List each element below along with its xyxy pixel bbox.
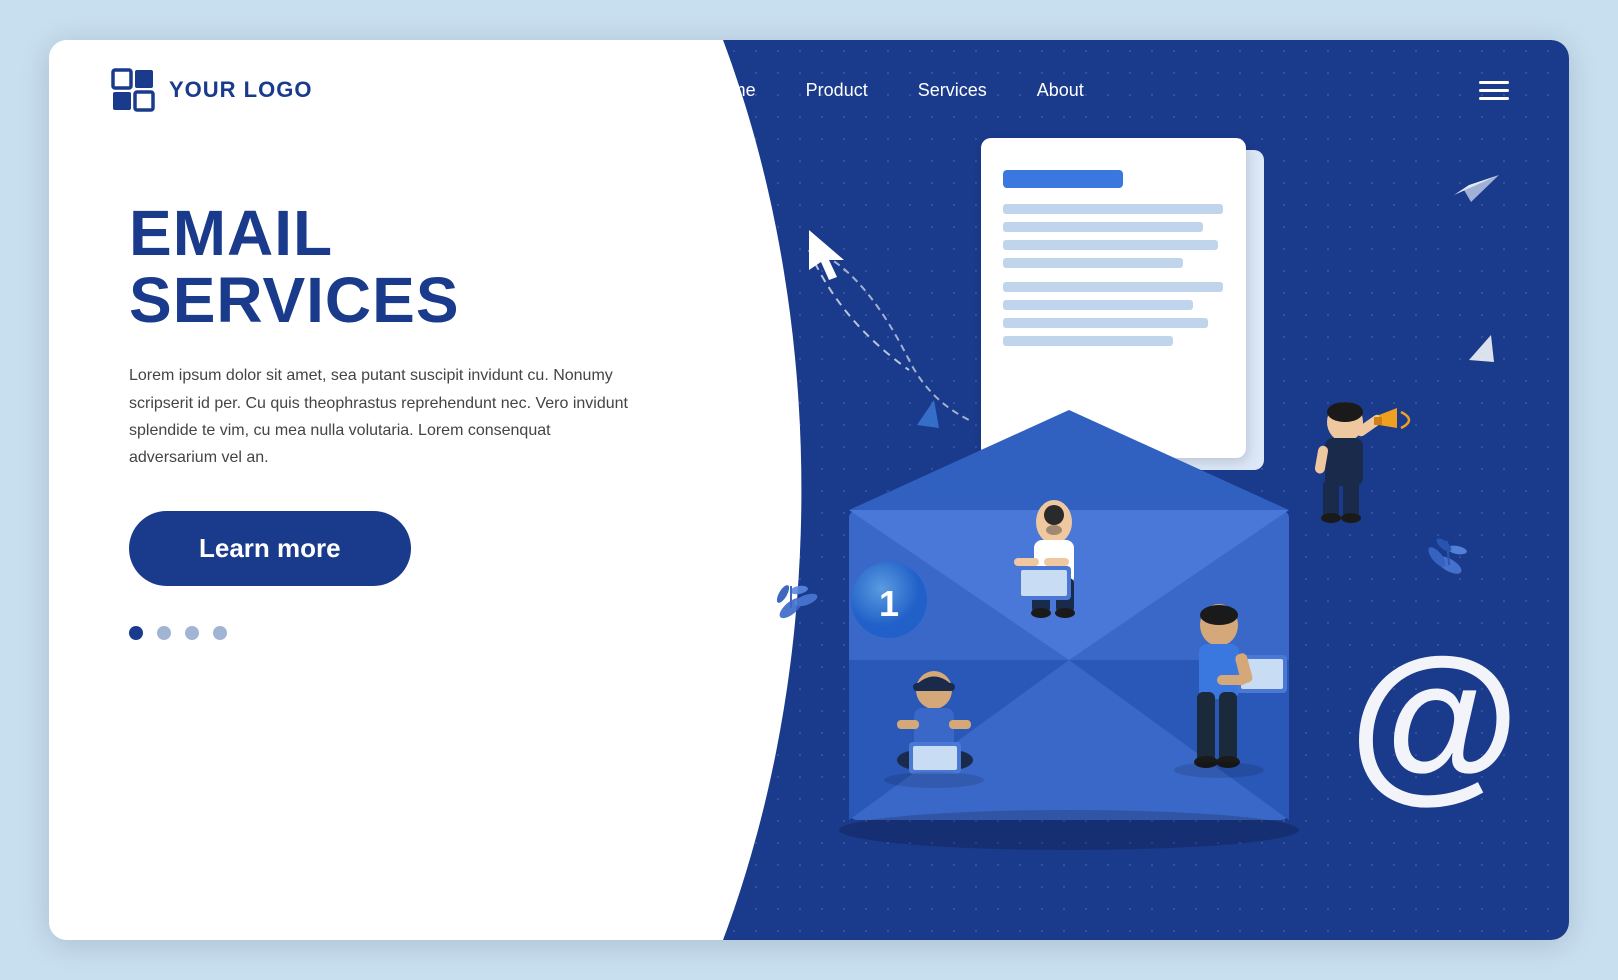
svg-text:1: 1 <box>879 583 899 624</box>
learn-more-button[interactable]: Learn more <box>129 511 411 586</box>
nav-services[interactable]: Services <box>918 80 987 101</box>
hero-description: Lorem ipsum dolor sit amet, sea putant s… <box>129 362 629 471</box>
hamburger-line-3 <box>1479 97 1509 100</box>
hamburger-line-2 <box>1479 89 1509 92</box>
main-illustration: 1 @ <box>709 120 1549 930</box>
logo-icon <box>109 66 157 114</box>
dot-4[interactable] <box>213 626 227 640</box>
page-wrapper: YOUR LOGO Home Product Services About EM… <box>49 40 1569 940</box>
dot-3[interactable] <box>185 626 199 640</box>
svg-text:@: @ <box>1349 623 1520 818</box>
dot-1[interactable] <box>129 626 143 640</box>
logo-area: YOUR LOGO <box>109 66 312 114</box>
pagination-dots <box>129 626 629 640</box>
dot-2[interactable] <box>157 626 171 640</box>
logo-text: YOUR LOGO <box>169 77 312 103</box>
nav-about[interactable]: About <box>1037 80 1084 101</box>
hamburger-line-1 <box>1479 81 1509 84</box>
hamburger-menu[interactable] <box>1479 81 1509 100</box>
nav-product[interactable]: Product <box>806 80 868 101</box>
header: YOUR LOGO Home Product Services About <box>49 40 1569 140</box>
hero-title: EMAIL SERVICES <box>129 200 629 334</box>
nav-home[interactable]: Home <box>708 80 756 101</box>
hero-content: EMAIL SERVICES Lorem ipsum dolor sit ame… <box>129 200 629 640</box>
nav-links: Home Product Services About <box>708 80 1084 101</box>
